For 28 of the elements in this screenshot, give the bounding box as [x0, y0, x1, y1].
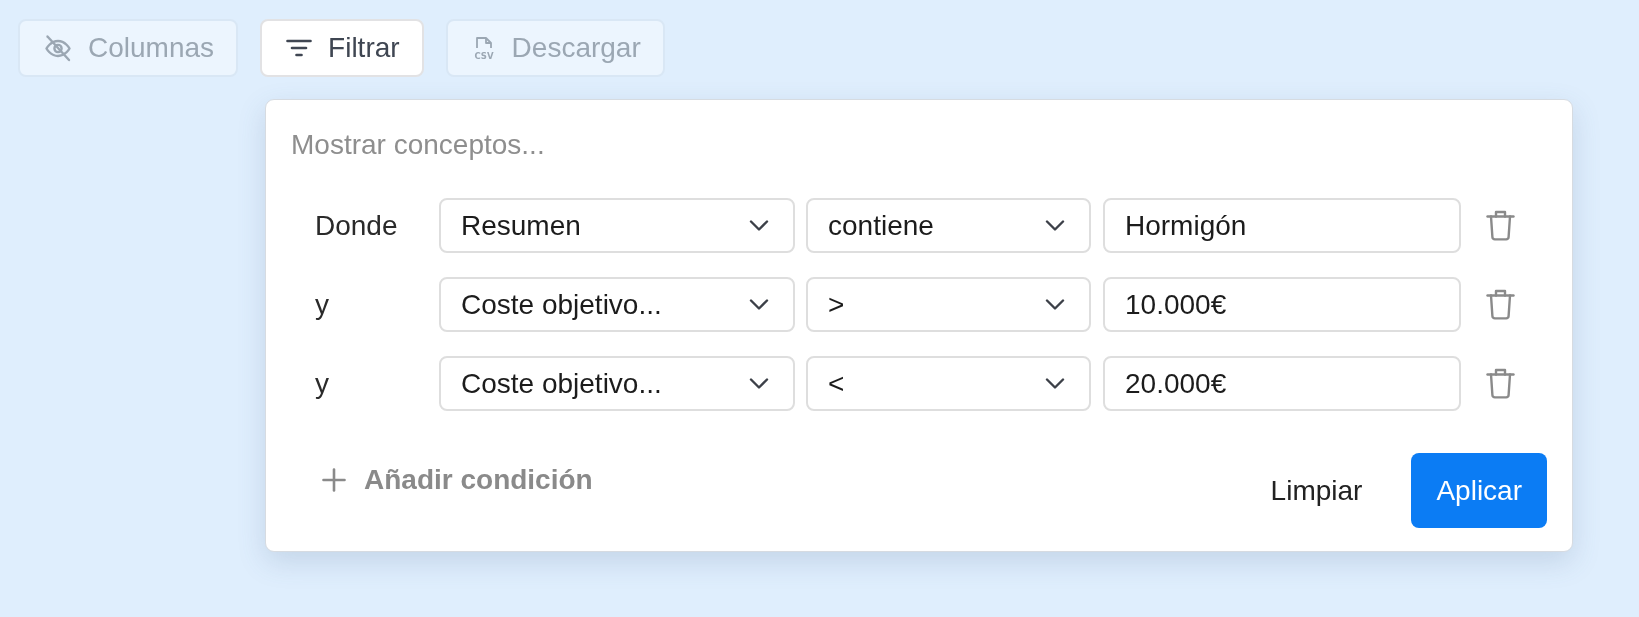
operator-dropdown[interactable]: > — [806, 277, 1091, 332]
field-dropdown[interactable]: Resumen — [439, 198, 795, 253]
filter-icon — [286, 39, 313, 57]
eye-slash-icon — [44, 34, 72, 62]
operator-dropdown[interactable]: contiene — [806, 198, 1091, 253]
plus-icon — [322, 468, 346, 492]
value-field[interactable]: 20.000€ — [1103, 356, 1461, 411]
chevron-down-icon — [1045, 299, 1065, 310]
condition-connector: y — [315, 288, 330, 321]
filter-button[interactable]: Filtrar — [260, 19, 424, 77]
apply-button[interactable]: Aplicar — [1411, 453, 1547, 528]
chevron-down-icon — [749, 378, 769, 389]
trash-icon[interactable] — [1486, 210, 1515, 241]
chevron-down-icon — [1045, 220, 1065, 231]
chevron-down-icon — [1045, 378, 1065, 389]
condition-connector: y — [315, 367, 330, 400]
operator-dropdown[interactable]: < — [806, 356, 1091, 411]
chevron-down-icon — [749, 220, 769, 231]
field-dropdown[interactable]: Coste objetivo... — [439, 277, 795, 332]
field-dropdown[interactable]: Coste objetivo... — [439, 356, 795, 411]
condition-connector: Donde — [315, 209, 399, 242]
clear-button[interactable]: Limpiar — [1245, 453, 1388, 528]
chevron-down-icon — [749, 299, 769, 310]
value-field[interactable]: 10.000€ — [1103, 277, 1461, 332]
search-field[interactable]: Mostrar conceptos... — [291, 117, 1547, 173]
value-field[interactable]: Hormigón — [1103, 198, 1461, 253]
trash-icon[interactable] — [1486, 368, 1515, 399]
trash-icon[interactable] — [1486, 289, 1515, 320]
